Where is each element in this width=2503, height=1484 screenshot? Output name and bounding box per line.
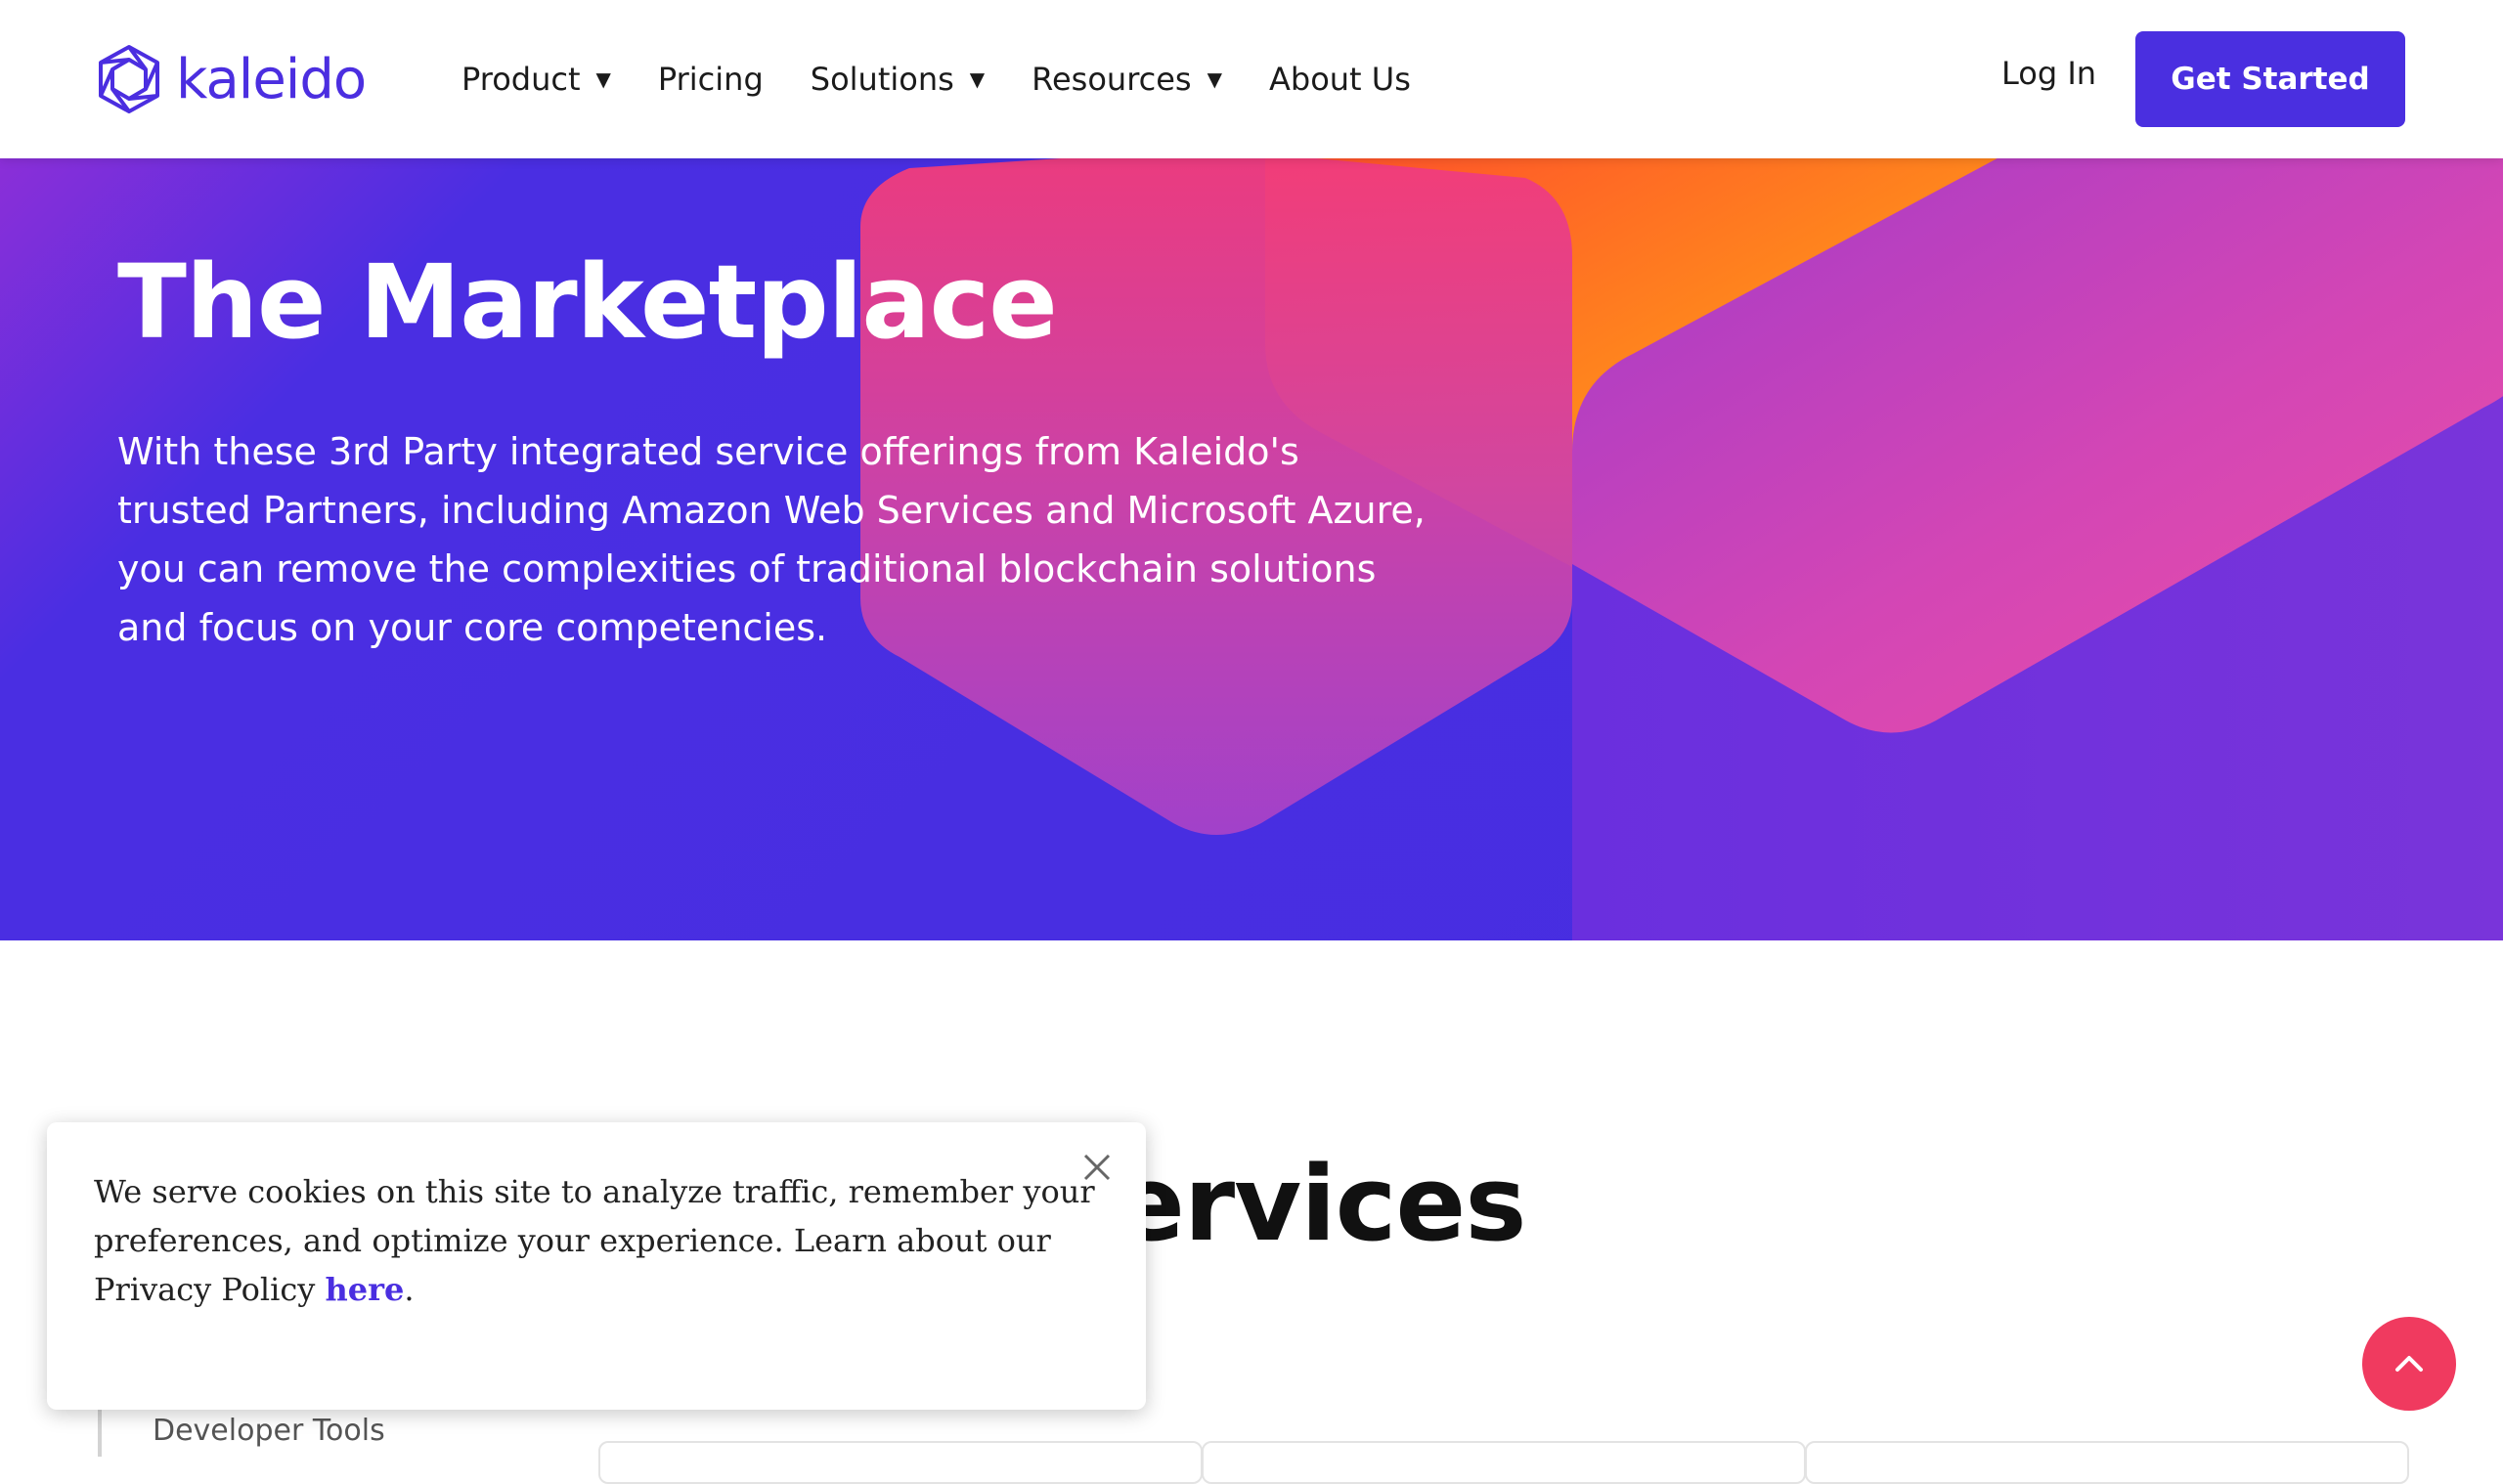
- hero-description: With these 3rd Party integrated service …: [117, 430, 1426, 649]
- cookie-message: We serve cookies on this site to analyze…: [94, 1167, 1111, 1314]
- nav-item-label: Resources: [1032, 61, 1192, 98]
- chevron-down-icon: ▼: [1207, 67, 1222, 91]
- nav-item-label: Pricing: [657, 61, 764, 98]
- hero-section: The Marketplace With these 3rd Party int…: [0, 158, 2503, 940]
- nav-item-product[interactable]: Product ▼: [461, 61, 611, 98]
- chevron-down-icon: ▼: [595, 67, 611, 91]
- site-header: kaleido Product ▼ Pricing Solutions ▼ Re…: [0, 0, 2503, 158]
- chevron-up-icon: [2395, 1356, 2423, 1372]
- kaleido-logo-icon: [99, 45, 159, 113]
- nav-item-label: Product: [461, 61, 581, 98]
- hero-title: The Marketplace: [117, 242, 1058, 362]
- service-card[interactable]: [1805, 1441, 2409, 1484]
- sidebar-item-developer-tools[interactable]: Developer Tools: [153, 1414, 385, 1448]
- cookie-text: We serve cookies on this site to analyze…: [94, 1173, 1095, 1308]
- nav-item-label: About Us: [1268, 61, 1411, 98]
- nav-item-solutions[interactable]: Solutions ▼: [811, 61, 985, 98]
- cookie-banner: We serve cookies on this site to analyze…: [47, 1122, 1146, 1410]
- nav-item-about-us[interactable]: About Us: [1269, 61, 1411, 98]
- get-started-button[interactable]: Get Started: [2135, 31, 2405, 127]
- sidebar-divider: [98, 1406, 102, 1457]
- nav-item-label: Solutions: [810, 61, 954, 98]
- cookie-trailing: .: [404, 1271, 415, 1308]
- nav-item-resources[interactable]: Resources ▼: [1032, 61, 1222, 98]
- service-card[interactable]: [1202, 1441, 1806, 1484]
- kaleido-logo[interactable]: kaleido: [96, 41, 367, 117]
- service-card[interactable]: [598, 1441, 1203, 1484]
- section-title: ervices: [1115, 1144, 1526, 1264]
- privacy-policy-link[interactable]: here: [326, 1271, 405, 1308]
- close-icon[interactable]: [1077, 1148, 1117, 1187]
- main-nav: Product ▼ Pricing Solutions ▼ Resources …: [461, 55, 1458, 104]
- chevron-down-icon: ▼: [969, 67, 986, 91]
- login-link[interactable]: Log In: [2001, 55, 2096, 92]
- logo-wordmark: kaleido: [176, 47, 367, 111]
- scroll-to-top-button[interactable]: [2362, 1317, 2456, 1411]
- nav-item-pricing[interactable]: Pricing: [658, 61, 764, 98]
